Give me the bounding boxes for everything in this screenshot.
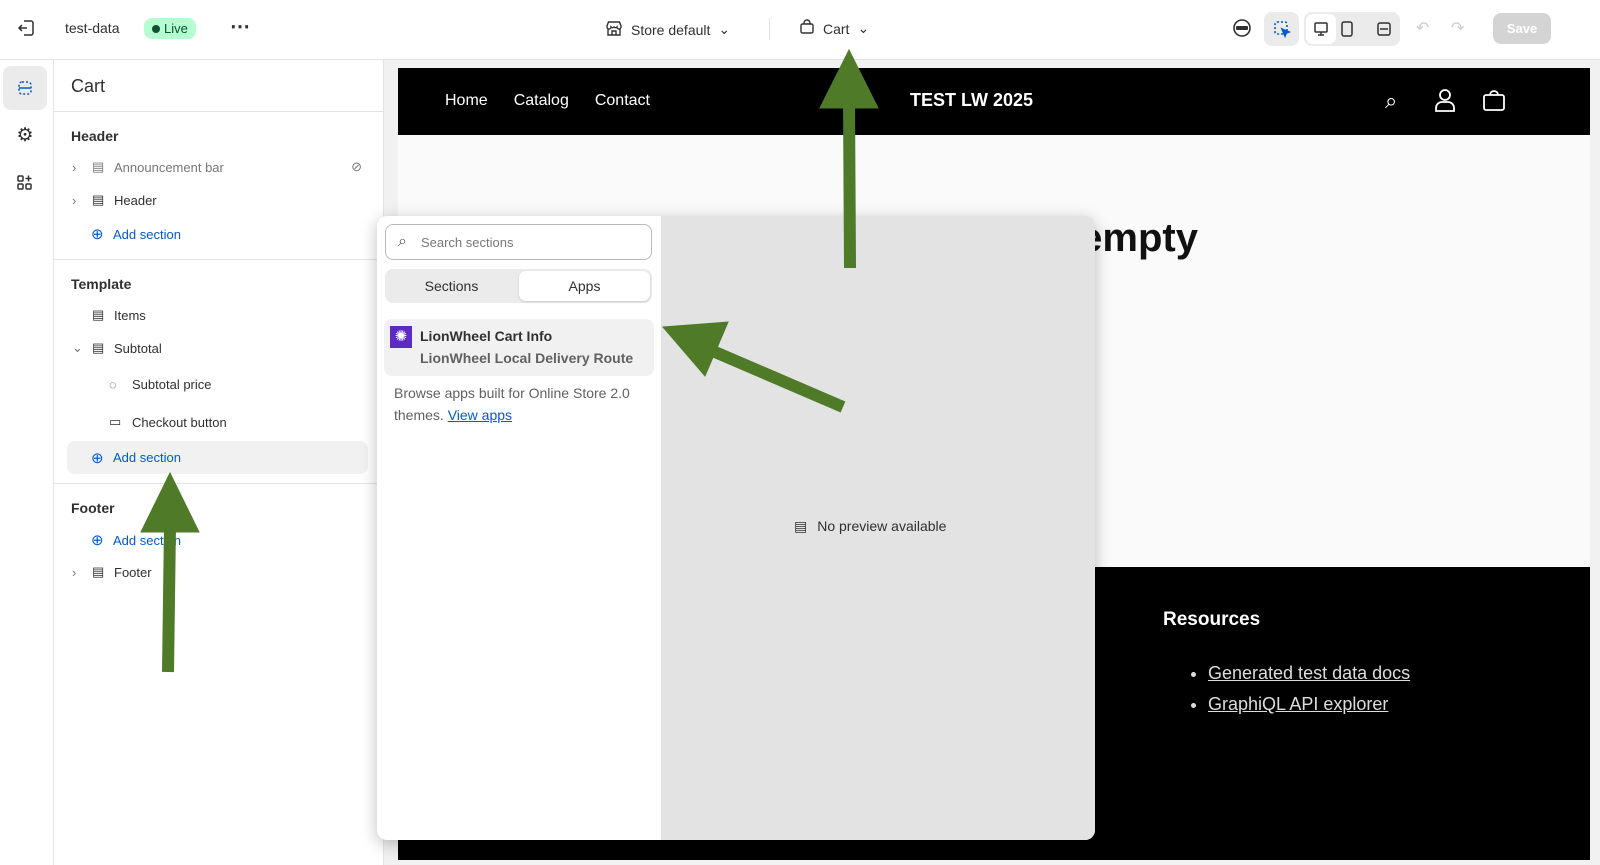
arrow-to-add-section — [162, 524, 176, 673]
arrow-head — [819, 48, 879, 109]
annotation-arrows — [140, 48, 879, 673]
arrow-head — [140, 471, 200, 533]
arrow-to-app-block — [712, 346, 846, 413]
arrow-to-cart-select — [843, 99, 856, 269]
